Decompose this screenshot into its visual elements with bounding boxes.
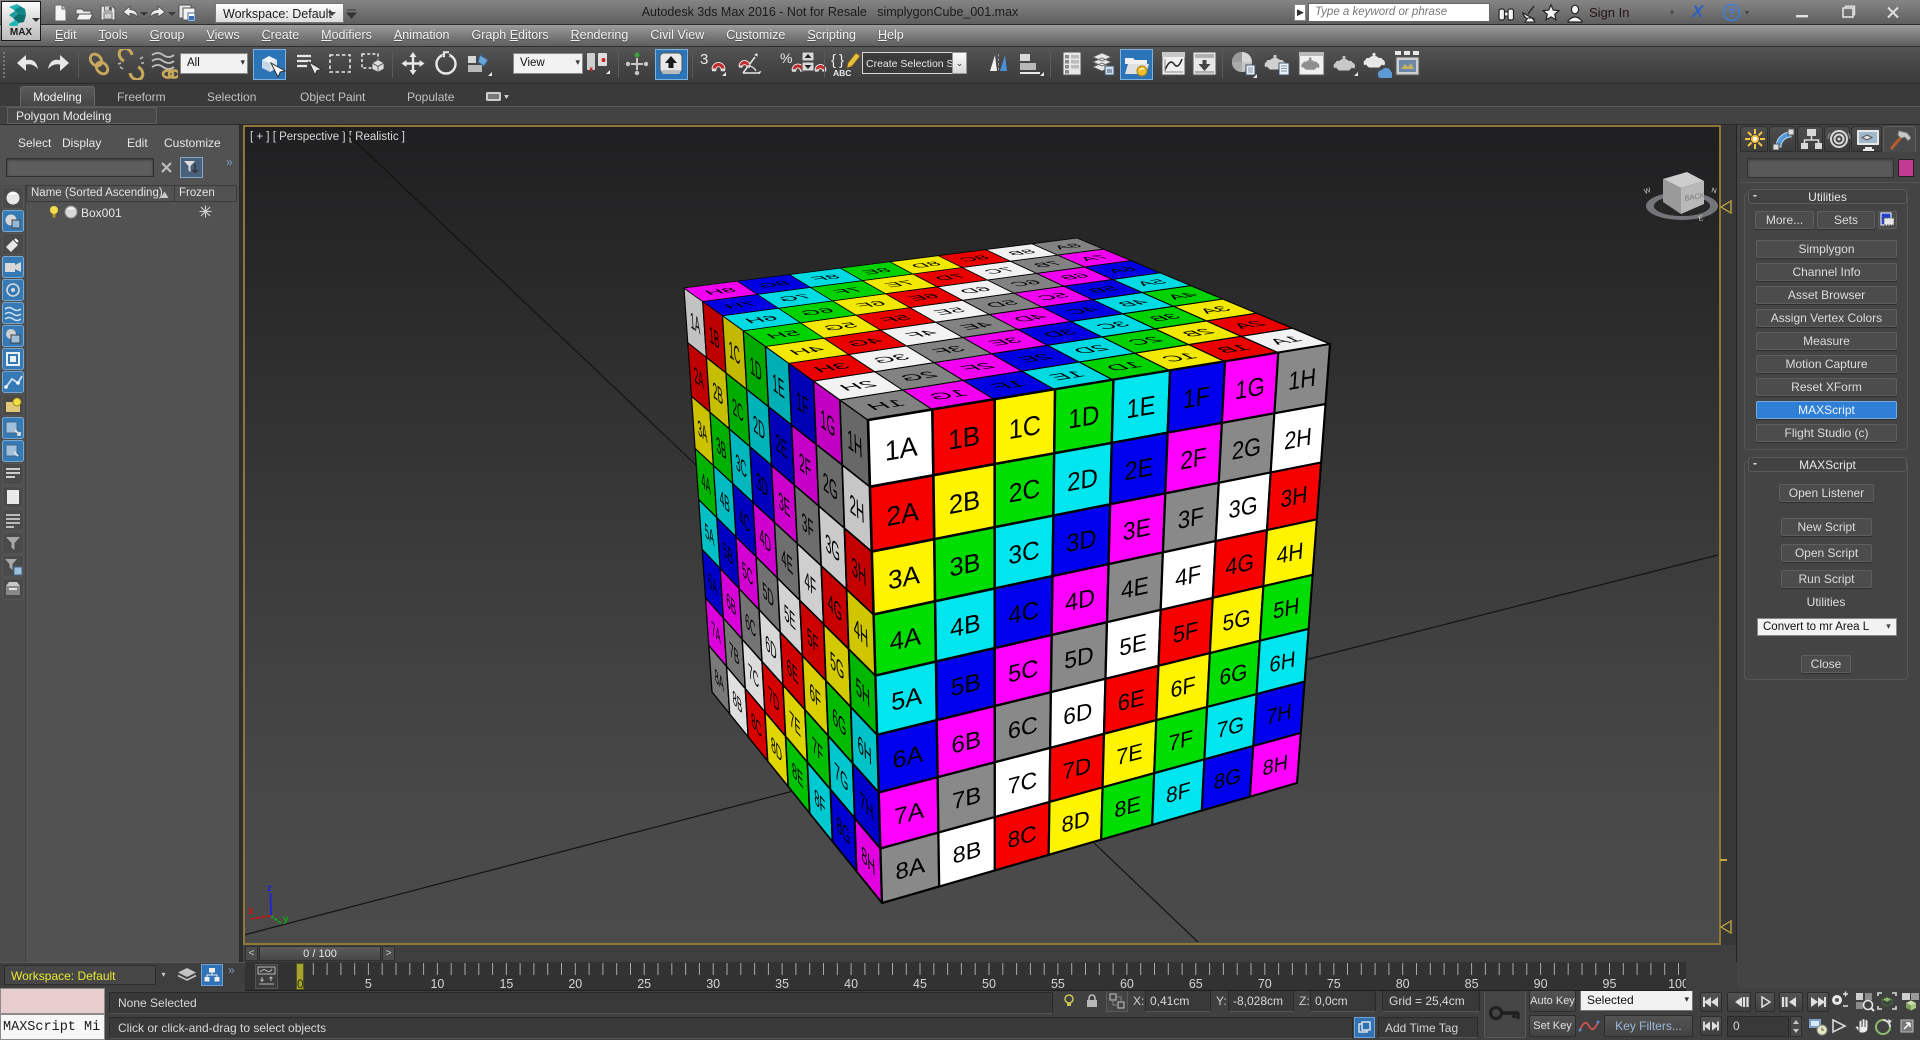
svg-text:4B: 4B [950,609,981,644]
svg-text:10: 10 [430,977,444,991]
svg-text:45: 45 [913,977,927,991]
svg-text:35: 35 [775,977,789,991]
svg-text:20: 20 [568,977,582,991]
svg-text:1G: 1G [1234,372,1265,406]
svg-text:2C: 2C [1009,474,1041,509]
svg-text:3A: 3A [888,559,921,595]
svg-text:40: 40 [844,977,858,991]
svg-text:80: 80 [1396,977,1410,991]
svg-text:1F: 1F [1182,382,1210,415]
svg-text:%: % [780,50,792,66]
svg-text:3H: 3H [1280,480,1309,513]
svg-text:15: 15 [499,977,513,991]
svg-text:4F: 4F [1175,560,1202,592]
svg-text:1C: 1C [1009,409,1041,445]
svg-text:60: 60 [1120,977,1134,991]
svg-text:?: ? [1728,6,1735,20]
svg-text:100: 100 [1668,977,1686,991]
svg-text:75: 75 [1327,977,1341,991]
svg-text:1A: 1A [884,430,918,467]
svg-text:2E: 2E [1124,453,1153,486]
svg-text:4E: 4E [1121,572,1150,606]
svg-text:3C: 3C [1008,536,1039,571]
svg-text:90: 90 [1534,977,1548,991]
svg-text:3F: 3F [1177,503,1204,535]
svg-text:95: 95 [1603,977,1617,991]
svg-text:1B: 1B [948,420,980,456]
svg-text:55: 55 [1051,977,1065,991]
svg-text:2B: 2B [949,484,981,520]
svg-text:2F: 2F [1180,443,1208,476]
svg-text:25: 25 [637,977,651,991]
svg-text:2G: 2G [1231,433,1262,466]
svg-text:2A: 2A [886,496,919,532]
svg-text:1D: 1D [1068,401,1100,435]
svg-text:3G: 3G [1228,491,1258,524]
svg-text:65: 65 [1189,977,1203,991]
svg-text:ABC: ABC [833,68,851,78]
svg-text:50: 50 [982,977,996,991]
svg-text:3: 3 [700,51,708,68]
svg-text:3E: 3E [1122,513,1151,547]
svg-text:30: 30 [706,977,720,991]
svg-text:2D: 2D [1067,463,1098,498]
svg-text:{ }: { } [831,52,844,69]
svg-text:70: 70 [1258,977,1272,991]
svg-text:1E: 1E [1126,391,1156,425]
svg-text:85: 85 [1465,977,1479,991]
svg-text:3D: 3D [1066,525,1097,559]
svg-text:1H: 1H [1287,364,1316,397]
svg-text:2H: 2H [1283,422,1312,455]
svg-text:5: 5 [365,977,372,991]
